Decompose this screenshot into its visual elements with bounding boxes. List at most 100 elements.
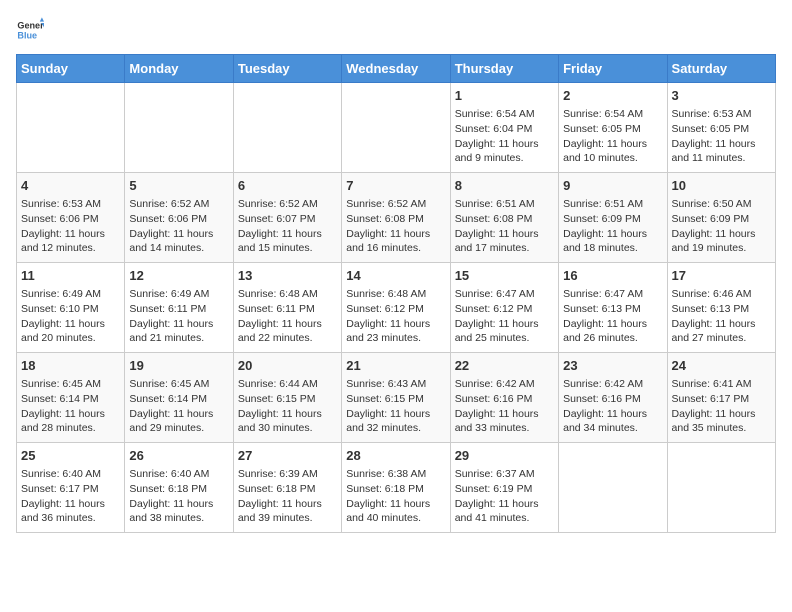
header-sunday: Sunday bbox=[17, 55, 125, 83]
day-cell: 1 Sunrise: 6:54 AMSunset: 6:04 PMDaylight… bbox=[450, 83, 558, 173]
header-friday: Friday bbox=[559, 55, 667, 83]
header-wednesday: Wednesday bbox=[342, 55, 450, 83]
day-cell bbox=[233, 83, 341, 173]
day-number: 5 bbox=[129, 177, 228, 195]
day-info: Sunrise: 6:44 AM bbox=[238, 377, 337, 392]
day-info: Sunrise: 6:40 AM bbox=[129, 467, 228, 482]
day-info: Sunset: 6:08 PM bbox=[455, 212, 554, 227]
calendar-table: SundayMondayTuesdayWednesdayThursdayFrid… bbox=[16, 54, 776, 533]
day-info: Daylight: 11 hours and 27 minutes. bbox=[672, 317, 771, 346]
day-info: Sunset: 6:06 PM bbox=[21, 212, 120, 227]
day-info: Sunset: 6:11 PM bbox=[129, 302, 228, 317]
day-info: Sunset: 6:15 PM bbox=[238, 392, 337, 407]
day-info: Daylight: 11 hours and 20 minutes. bbox=[21, 317, 120, 346]
day-number: 22 bbox=[455, 357, 554, 375]
day-info: Daylight: 11 hours and 28 minutes. bbox=[21, 407, 120, 436]
day-info: Daylight: 11 hours and 30 minutes. bbox=[238, 407, 337, 436]
day-info: Sunrise: 6:52 AM bbox=[346, 197, 445, 212]
day-info: Daylight: 11 hours and 18 minutes. bbox=[563, 227, 662, 256]
day-info: Sunset: 6:09 PM bbox=[563, 212, 662, 227]
day-info: Daylight: 11 hours and 25 minutes. bbox=[455, 317, 554, 346]
day-info: Daylight: 11 hours and 11 minutes. bbox=[672, 137, 771, 166]
day-cell: 19Sunrise: 6:45 AMSunset: 6:14 PMDayligh… bbox=[125, 353, 233, 443]
day-info: Sunset: 6:04 PM bbox=[455, 122, 554, 137]
header-saturday: Saturday bbox=[667, 55, 775, 83]
day-cell: 7Sunrise: 6:52 AMSunset: 6:08 PMDaylight… bbox=[342, 173, 450, 263]
day-info: Daylight: 11 hours and 21 minutes. bbox=[129, 317, 228, 346]
day-info: Daylight: 11 hours and 9 minutes. bbox=[455, 137, 554, 166]
day-info: Sunset: 6:13 PM bbox=[672, 302, 771, 317]
day-info: Sunrise: 6:54 AM bbox=[563, 107, 662, 122]
day-cell: 18Sunrise: 6:45 AMSunset: 6:14 PMDayligh… bbox=[17, 353, 125, 443]
day-number: 29 bbox=[455, 447, 554, 465]
day-cell: 3Sunrise: 6:53 AMSunset: 6:05 PMDaylight… bbox=[667, 83, 775, 173]
day-info: Sunrise: 6:43 AM bbox=[346, 377, 445, 392]
day-cell: 8 Sunrise: 6:51 AMSunset: 6:08 PMDaylight… bbox=[450, 173, 558, 263]
day-number: 2 bbox=[563, 87, 662, 105]
day-number: 11 bbox=[21, 267, 120, 285]
day-info: Sunset: 6:14 PM bbox=[129, 392, 228, 407]
day-info: Sunrise: 6:51 AM bbox=[455, 197, 554, 212]
day-info: Sunrise: 6:45 AM bbox=[129, 377, 228, 392]
day-cell bbox=[342, 83, 450, 173]
day-info: Sunrise: 6:48 AM bbox=[238, 287, 337, 302]
day-info: Sunset: 6:13 PM bbox=[563, 302, 662, 317]
day-info: Daylight: 11 hours and 19 minutes. bbox=[672, 227, 771, 256]
day-cell: 26Sunrise: 6:40 AMSunset: 6:18 PMDayligh… bbox=[125, 443, 233, 533]
day-info: Sunrise: 6:47 AM bbox=[455, 287, 554, 302]
day-cell: 6Sunrise: 6:52 AMSunset: 6:07 PMDaylight… bbox=[233, 173, 341, 263]
header-tuesday: Tuesday bbox=[233, 55, 341, 83]
day-number: 1 bbox=[455, 87, 554, 105]
day-number: 10 bbox=[672, 177, 771, 195]
day-info: Daylight: 11 hours and 12 minutes. bbox=[21, 227, 120, 256]
day-number: 8 bbox=[455, 177, 554, 195]
week-row-2: 11Sunrise: 6:49 AMSunset: 6:10 PMDayligh… bbox=[17, 263, 776, 353]
day-info: Sunrise: 6:37 AM bbox=[455, 467, 554, 482]
day-info: Sunset: 6:16 PM bbox=[563, 392, 662, 407]
header-monday: Monday bbox=[125, 55, 233, 83]
day-cell: 27Sunrise: 6:39 AMSunset: 6:18 PMDayligh… bbox=[233, 443, 341, 533]
day-cell: 14Sunrise: 6:48 AMSunset: 6:12 PMDayligh… bbox=[342, 263, 450, 353]
logo-icon: General Blue bbox=[16, 16, 44, 44]
day-cell: 25Sunrise: 6:40 AMSunset: 6:17 PMDayligh… bbox=[17, 443, 125, 533]
day-cell: 29Sunrise: 6:37 AMSunset: 6:19 PMDayligh… bbox=[450, 443, 558, 533]
day-info: Sunrise: 6:46 AM bbox=[672, 287, 771, 302]
day-info: Daylight: 11 hours and 17 minutes. bbox=[455, 227, 554, 256]
day-info: Sunset: 6:05 PM bbox=[672, 122, 771, 137]
day-info: Sunrise: 6:48 AM bbox=[346, 287, 445, 302]
day-info: Sunset: 6:18 PM bbox=[129, 482, 228, 497]
day-info: Sunset: 6:17 PM bbox=[672, 392, 771, 407]
calendar-body: 1Sunrise: 6:54 AMSunset: 6:04 PMDaylight… bbox=[17, 83, 776, 533]
day-info: Daylight: 11 hours and 32 minutes. bbox=[346, 407, 445, 436]
day-cell: 5Sunrise: 6:52 AMSunset: 6:06 PMDaylight… bbox=[125, 173, 233, 263]
day-info: Daylight: 11 hours and 38 minutes. bbox=[129, 497, 228, 526]
day-info: Daylight: 11 hours and 15 minutes. bbox=[238, 227, 337, 256]
day-info: Sunset: 6:18 PM bbox=[346, 482, 445, 497]
svg-text:General: General bbox=[17, 21, 44, 31]
day-info: Daylight: 11 hours and 29 minutes. bbox=[129, 407, 228, 436]
day-info: Sunset: 6:12 PM bbox=[346, 302, 445, 317]
day-info: Sunrise: 6:54 AM bbox=[455, 107, 554, 122]
day-number: 25 bbox=[21, 447, 120, 465]
header-row: SundayMondayTuesdayWednesdayThursdayFrid… bbox=[17, 55, 776, 83]
day-info: Sunset: 6:08 PM bbox=[346, 212, 445, 227]
week-row-0: 1Sunrise: 6:54 AMSunset: 6:04 PMDaylight… bbox=[17, 83, 776, 173]
day-number: 28 bbox=[346, 447, 445, 465]
day-info: Sunrise: 6:41 AM bbox=[672, 377, 771, 392]
day-cell: 24Sunrise: 6:41 AMSunset: 6:17 PMDayligh… bbox=[667, 353, 775, 443]
week-row-3: 18Sunrise: 6:45 AMSunset: 6:14 PMDayligh… bbox=[17, 353, 776, 443]
day-info: Sunrise: 6:42 AM bbox=[455, 377, 554, 392]
day-number: 14 bbox=[346, 267, 445, 285]
day-number: 20 bbox=[238, 357, 337, 375]
svg-text:Blue: Blue bbox=[17, 30, 37, 40]
day-cell: 20 Sunrise: 6:44 AMSunset: 6:15 PMDayligh… bbox=[233, 353, 341, 443]
day-cell: 21Sunrise: 6:43 AMSunset: 6:15 PMDayligh… bbox=[342, 353, 450, 443]
day-cell: 2Sunrise: 6:54 AMSunset: 6:05 PMDaylight… bbox=[559, 83, 667, 173]
day-info: Daylight: 11 hours and 16 minutes. bbox=[346, 227, 445, 256]
day-info: Daylight: 11 hours and 33 minutes. bbox=[455, 407, 554, 436]
day-info: Daylight: 11 hours and 34 minutes. bbox=[563, 407, 662, 436]
day-cell: 9Sunrise: 6:51 AMSunset: 6:09 PMDaylight… bbox=[559, 173, 667, 263]
day-cell: 17Sunrise: 6:46 AMSunset: 6:13 PMDayligh… bbox=[667, 263, 775, 353]
day-info: Sunrise: 6:38 AM bbox=[346, 467, 445, 482]
day-cell: 13Sunrise: 6:48 AMSunset: 6:11 PMDayligh… bbox=[233, 263, 341, 353]
